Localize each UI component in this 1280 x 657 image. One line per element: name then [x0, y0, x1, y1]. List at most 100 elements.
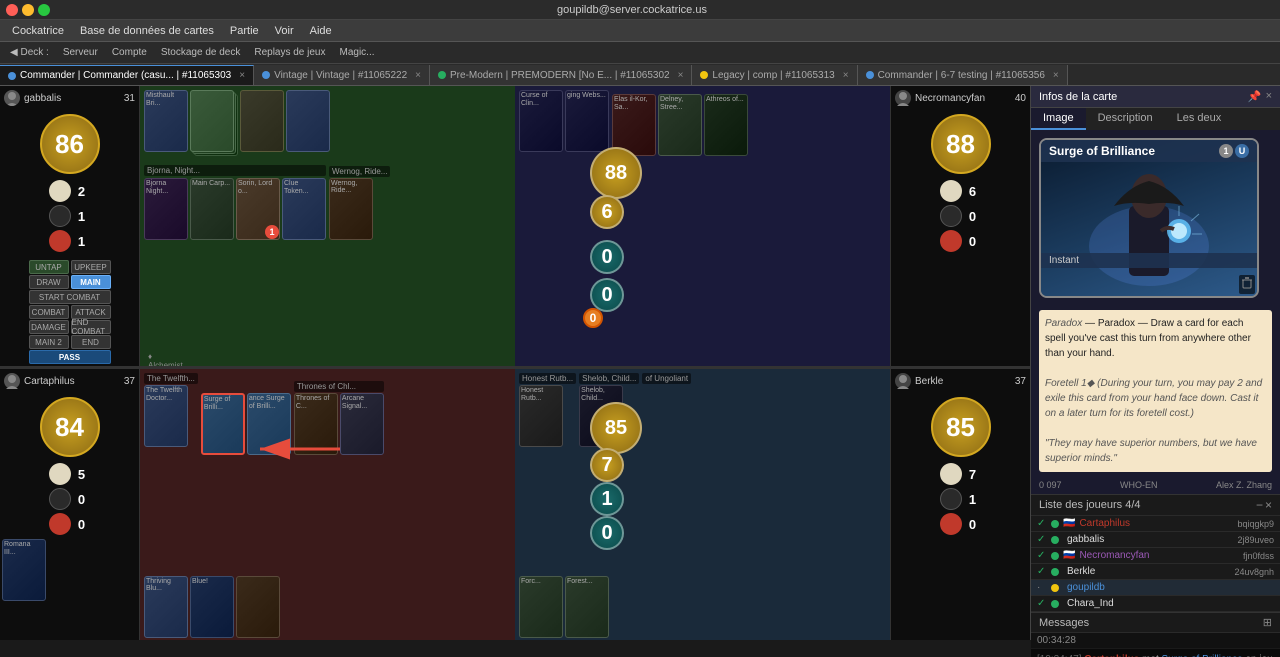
draw-btn[interactable]: DRAW: [29, 275, 69, 289]
dot-chara: [1051, 600, 1059, 608]
card-misthault[interactable]: Misthault Bri...: [144, 90, 188, 152]
close-button[interactable]: [6, 4, 18, 16]
card-info-controls[interactable]: 📌 ×: [1248, 90, 1272, 103]
menu-voir[interactable]: Voir: [267, 23, 302, 39]
toolbar-magic[interactable]: Magic...: [334, 46, 381, 59]
chat-controls[interactable]: ⊞: [1263, 616, 1272, 629]
card-arcane[interactable]: Arcane Signal...: [340, 393, 384, 455]
card-tl-3[interactable]: [240, 90, 284, 152]
card-wernog[interactable]: Wernog, Ride...: [329, 178, 373, 240]
card-bottom-2[interactable]: Blue!: [190, 576, 234, 638]
chat-expand-icon[interactable]: ⊞: [1263, 616, 1272, 629]
card-thrones[interactable]: Thrones of C...: [294, 393, 338, 455]
chat-messages: [19:24:47] Cartaphilus met Surge of Bril…: [1031, 649, 1280, 657]
upkeep-btn[interactable]: UPKEEP: [71, 260, 111, 274]
toolbar-server[interactable]: Serveur: [57, 46, 104, 59]
card-twelfth-doctor[interactable]: The Twelfth Doctor...: [144, 385, 188, 447]
card-main2[interactable]: Main Carp...: [190, 178, 234, 240]
untap-btn[interactable]: UNTAP: [29, 260, 69, 274]
main-btn[interactable]: MAIN: [71, 275, 111, 289]
card-stack-top[interactable]: [190, 90, 234, 152]
card-bjorna[interactable]: Bjorna Night...: [144, 178, 188, 240]
life-br[interactable]: 85: [931, 397, 991, 457]
tab-close-2[interactable]: ×: [678, 70, 684, 81]
menu-partie[interactable]: Partie: [222, 23, 267, 39]
shelob-group: Shelob, Child... Shelob, Child...: [579, 373, 639, 447]
menu-cockatrice[interactable]: Cockatrice: [4, 23, 72, 39]
card-curse-clinging[interactable]: Curse of Clin...: [519, 90, 563, 152]
tab-2[interactable]: Pre-Modern | PREMODERN [No E... | #11065…: [430, 65, 692, 85]
players-close-icon[interactable]: ×: [1265, 498, 1272, 512]
sorin-card-wrap: Sorin, Lord o... 1: [236, 178, 280, 240]
damage-btn[interactable]: DAMAGE: [29, 320, 69, 334]
card-trash-icon[interactable]: [1239, 275, 1255, 294]
card-set-number: 0 097: [1039, 480, 1062, 490]
chat-timestamp: 00:34:28: [1031, 633, 1280, 649]
counter-white-tr: 6: [899, 180, 1022, 202]
life-tr[interactable]: 88: [931, 114, 991, 174]
tab-4[interactable]: Commander | 6-7 testing | #11065356 ×: [858, 65, 1068, 85]
card-curse-2[interactable]: ging Webs...: [565, 90, 609, 152]
start-combat-btn[interactable]: START COMBAT: [29, 290, 111, 304]
card-surge-casting[interactable]: Surge of Brilli...: [201, 393, 245, 455]
main2-btn[interactable]: MAIN 2: [29, 335, 69, 349]
tab-1[interactable]: Vintage | Vintage | #11065222 ×: [254, 65, 430, 85]
tab-les-deux[interactable]: Les deux: [1165, 108, 1234, 130]
player-row-chara: ✓ Chara_Ind: [1031, 596, 1280, 612]
tab-label-4: Commander | 6-7 testing | #11065356: [878, 70, 1045, 81]
toolbar-deck-storage[interactable]: Stockage de deck: [155, 46, 247, 59]
end-combat-btn[interactable]: END COMBAT: [71, 320, 111, 334]
tab-close-4[interactable]: ×: [1053, 70, 1059, 81]
life-br-area: 85: [891, 393, 1030, 461]
window-controls[interactable]: [6, 4, 50, 16]
card-tl-4[interactable]: [286, 90, 330, 152]
card-delney[interactable]: Delney, Stree...: [658, 94, 702, 156]
card-info-pin[interactable]: 📌: [1248, 90, 1262, 103]
card-clue[interactable]: Clue Token...: [282, 178, 326, 240]
card-mana-cost: 1 U: [1219, 144, 1249, 158]
tab-image[interactable]: Image: [1031, 108, 1086, 130]
life-top-left[interactable]: 86: [40, 114, 100, 174]
mana-u: U: [1235, 144, 1249, 158]
pass-btn[interactable]: PASS: [29, 350, 111, 364]
hand-card-bl-1[interactable]: Romana III...: [2, 539, 46, 601]
tab-close-1[interactable]: ×: [415, 70, 421, 81]
menu-card-db[interactable]: Base de données de cartes: [72, 23, 222, 39]
card-surge-token[interactable]: ance Surge of Brilli...: [247, 393, 291, 455]
attack-btn[interactable]: ATTACK: [71, 305, 111, 319]
counter-red-bl: 0: [8, 513, 131, 535]
tab-close-0[interactable]: ×: [239, 70, 245, 81]
card-exile-1[interactable]: Forc...: [519, 576, 563, 638]
card-bottom-3[interactable]: [236, 576, 280, 638]
maximize-button[interactable]: [38, 4, 50, 16]
twelfth-doctor-label: The Twelfth...: [144, 373, 198, 384]
toolbar-replays[interactable]: Replays de jeux: [248, 46, 331, 59]
tab-label-0: Commander | Commander (casu... | #110653…: [20, 70, 231, 81]
check-gabbalis: ✓: [1037, 534, 1047, 545]
card-tr-3[interactable]: Athreos of...: [704, 94, 748, 156]
toolbar-account[interactable]: Compte: [106, 46, 153, 59]
tab-close-3[interactable]: ×: [843, 70, 849, 81]
players-header-controls[interactable]: − ×: [1256, 498, 1272, 512]
tab-0[interactable]: Commander | Commander (casu... | #110653…: [0, 65, 254, 85]
card-exile-2[interactable]: Forest...: [565, 576, 609, 638]
combat-btn[interactable]: COMBAT: [29, 305, 69, 319]
life-bl[interactable]: 84: [40, 397, 100, 457]
tab-3[interactable]: Legacy | comp | #11065313 ×: [692, 65, 857, 85]
toolbar-deck[interactable]: ◀ Deck :: [4, 46, 55, 59]
menu-aide[interactable]: Aide: [302, 23, 340, 39]
card-honest[interactable]: Honest Rutb...: [519, 385, 563, 447]
end-btn[interactable]: END: [71, 335, 111, 349]
card-shelob[interactable]: Shelob, Child...: [579, 385, 623, 447]
card-flavor-text: "They may have superior numbers, but we …: [1045, 436, 1266, 466]
minimize-button[interactable]: [22, 4, 34, 16]
card-bottom-1[interactable]: Thriving Blu...: [144, 576, 188, 638]
tab-label-2: Pre-Modern | PREMODERN [No E... | #11065…: [450, 70, 670, 81]
card-info-close[interactable]: ×: [1266, 90, 1272, 103]
players-expand-icon[interactable]: −: [1256, 498, 1263, 512]
ungoliant-group: of Ungoliant: [642, 373, 691, 447]
counter-black-bl: 0: [8, 488, 131, 510]
card-elas[interactable]: Elas il-Kor, Sa...: [612, 94, 656, 156]
mana-red-br: [940, 513, 962, 535]
tab-description[interactable]: Description: [1086, 108, 1165, 130]
